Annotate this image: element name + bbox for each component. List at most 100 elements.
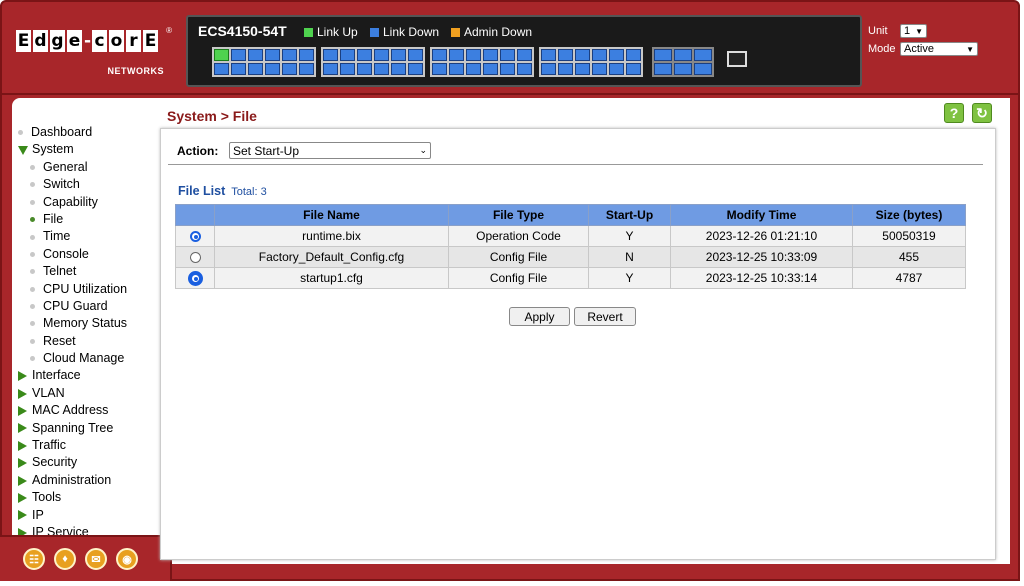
- sidebar-item-switch[interactable]: Switch: [18, 176, 127, 193]
- port-icon[interactable]: [500, 49, 515, 61]
- sidebar-item-cpu-utilization[interactable]: CPU Utilization: [18, 281, 127, 298]
- sidebar-item-telnet[interactable]: Telnet: [18, 263, 127, 280]
- port-icon[interactable]: [357, 63, 372, 75]
- sidebar-item-reset[interactable]: Reset: [18, 333, 127, 350]
- port-icon[interactable]: [575, 49, 590, 61]
- port-icon[interactable]: [541, 49, 556, 61]
- port-icon[interactable]: [357, 49, 372, 61]
- sfp-port-icon[interactable]: [694, 63, 712, 75]
- port-icon[interactable]: [432, 49, 447, 61]
- port-icon[interactable]: [483, 63, 498, 75]
- sidebar-item-general[interactable]: General: [18, 159, 127, 176]
- sidebar-item-console[interactable]: Console: [18, 246, 127, 263]
- port-icon[interactable]: [391, 63, 406, 75]
- port-icon[interactable]: [517, 63, 532, 75]
- bullet-icon: [30, 356, 35, 362]
- port-icon[interactable]: [449, 49, 464, 61]
- management-port-icon[interactable]: [727, 51, 747, 67]
- port-icon[interactable]: [231, 63, 246, 75]
- sfp-port-icon[interactable]: [674, 49, 692, 61]
- port-icon[interactable]: [500, 63, 515, 75]
- port-icon[interactable]: [592, 49, 607, 61]
- port-icon[interactable]: [408, 63, 423, 75]
- port-icon[interactable]: [340, 63, 355, 75]
- row-radio[interactable]: [189, 231, 201, 243]
- port-icon[interactable]: [340, 49, 355, 61]
- port-icon[interactable]: [299, 63, 314, 75]
- port-icon[interactable]: [575, 63, 590, 75]
- apply-button[interactable]: Apply: [509, 307, 570, 326]
- port-icon[interactable]: [449, 63, 464, 75]
- sfp-port-icon[interactable]: [654, 63, 672, 75]
- port-icon[interactable]: [483, 49, 498, 61]
- shield-icon[interactable]: ♦: [54, 548, 76, 570]
- port-icon[interactable]: [626, 63, 641, 75]
- sidebar-item-dashboard[interactable]: Dashboard: [18, 124, 127, 141]
- port-icon[interactable]: [374, 49, 389, 61]
- port-icon[interactable]: [214, 49, 229, 61]
- port-icon[interactable]: [299, 49, 314, 61]
- sidebar-item-capability[interactable]: Capability: [18, 194, 127, 211]
- sidebar-item-security[interactable]: Security: [18, 454, 127, 471]
- unit-select[interactable]: 1 ▼: [900, 24, 927, 38]
- port-icon[interactable]: [248, 63, 263, 75]
- file-name-cell: Factory_Default_Config.cfg: [214, 246, 449, 268]
- mode-select[interactable]: Active ▼: [900, 42, 978, 56]
- sidebar-item-tools[interactable]: Tools: [18, 489, 127, 506]
- port-icon[interactable]: [248, 49, 263, 61]
- port-icon[interactable]: [282, 63, 297, 75]
- logo-letter: g: [50, 30, 65, 52]
- revert-button[interactable]: Revert: [574, 307, 636, 326]
- port-icon[interactable]: [558, 63, 573, 75]
- sidebar-item-memory-status[interactable]: Memory Status: [18, 315, 127, 332]
- port-icon[interactable]: [609, 63, 624, 75]
- row-radio[interactable]: [189, 252, 201, 264]
- sidebar-item-cpu-guard[interactable]: CPU Guard: [18, 298, 127, 315]
- mail-icon[interactable]: ✉: [85, 548, 107, 570]
- port-icon[interactable]: [592, 63, 607, 75]
- port-icon[interactable]: [214, 63, 229, 75]
- sidebar-item-label: Security: [32, 455, 78, 470]
- sfp-port-icon[interactable]: [674, 63, 692, 75]
- action-select[interactable]: Set Start-Up ⌄: [229, 142, 431, 159]
- sidebar-item-interface[interactable]: Interface: [18, 367, 127, 384]
- sidebar-item-cloud-manage[interactable]: Cloud Manage: [18, 350, 127, 367]
- port-icon[interactable]: [517, 49, 532, 61]
- port-icon[interactable]: [323, 63, 338, 75]
- sidebar-item-file[interactable]: File: [18, 211, 127, 228]
- collapsed-arrow-icon: [18, 423, 27, 434]
- help-icon[interactable]: ?: [944, 103, 964, 123]
- globe-icon[interactable]: ◉: [116, 548, 138, 570]
- sidebar-item-time[interactable]: Time: [18, 228, 127, 245]
- port-icon[interactable]: [541, 63, 556, 75]
- sidebar-item-mac-address[interactable]: MAC Address: [18, 402, 127, 419]
- port-icon[interactable]: [466, 49, 481, 61]
- sitemap-icon[interactable]: ☷: [23, 548, 45, 570]
- sidebar-item-label: Telnet: [43, 264, 77, 279]
- port-icon[interactable]: [466, 63, 481, 75]
- port-icon[interactable]: [374, 63, 389, 75]
- port-icon[interactable]: [265, 63, 280, 75]
- sidebar-item-traffic[interactable]: Traffic: [18, 437, 127, 454]
- port-icon[interactable]: [432, 63, 447, 75]
- logo-registered-mark: ®: [166, 26, 172, 35]
- sfp-port-icon[interactable]: [694, 49, 712, 61]
- sidebar-item-vlan[interactable]: VLAN: [18, 385, 127, 402]
- row-radio[interactable]: [189, 273, 201, 285]
- legend-admin-down: Admin Down: [451, 25, 532, 39]
- port-icon[interactable]: [282, 49, 297, 61]
- port-icon[interactable]: [558, 49, 573, 61]
- port-icon[interactable]: [391, 49, 406, 61]
- sidebar-item-system[interactable]: System: [18, 141, 127, 158]
- port-icon[interactable]: [408, 49, 423, 61]
- port-icon[interactable]: [323, 49, 338, 61]
- port-icon[interactable]: [609, 49, 624, 61]
- port-icon[interactable]: [626, 49, 641, 61]
- sidebar-item-spanning-tree[interactable]: Spanning Tree: [18, 420, 127, 437]
- refresh-icon[interactable]: ↻: [972, 103, 992, 123]
- sfp-port-icon[interactable]: [654, 49, 672, 61]
- sidebar-item-administration[interactable]: Administration: [18, 472, 127, 489]
- port-icon[interactable]: [231, 49, 246, 61]
- port-icon[interactable]: [265, 49, 280, 61]
- sidebar-item-ip[interactable]: IP: [18, 507, 127, 524]
